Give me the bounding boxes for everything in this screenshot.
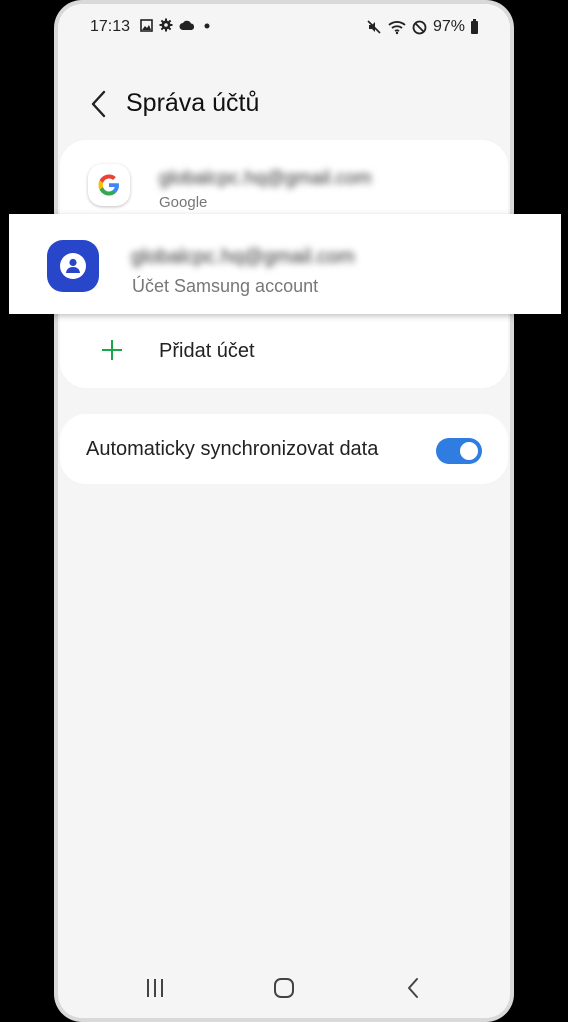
gear-icon bbox=[159, 18, 173, 32]
do-not-disturb-icon bbox=[412, 20, 427, 34]
battery-icon bbox=[471, 18, 478, 34]
auto-sync-label: Automaticky synchronizovat data bbox=[86, 438, 379, 460]
account-type: Účet Samsung account bbox=[132, 276, 319, 296]
home-icon bbox=[274, 978, 294, 998]
account-email: globalcpc.hq@gmail.com bbox=[159, 168, 372, 189]
screen: 17:13 97% Správa účtů globalcpc.hq@gmail… bbox=[58, 4, 510, 1018]
account-row-samsung[interactable]: globalcpc.hq@gmail.com Účet Samsung acco… bbox=[9, 214, 561, 314]
account-row-google[interactable]: globalcpc.hq@gmail.com Google bbox=[60, 144, 508, 224]
back-icon bbox=[408, 978, 418, 998]
cloud-icon bbox=[179, 20, 195, 30]
status-right-icons: 97% bbox=[366, 18, 478, 36]
battery-text: 97% bbox=[432, 18, 465, 35]
status-left-icons bbox=[140, 18, 213, 32]
mute-vibrate-icon bbox=[367, 20, 381, 34]
account-email: globalcpc.hq@gmail.com bbox=[131, 246, 355, 268]
phone-frame: 17:13 97% Správa účtů globalcpc.hq@gmail… bbox=[54, 0, 514, 1022]
page-title: Správa účtů bbox=[126, 89, 260, 117]
chevron-left-icon bbox=[91, 90, 106, 118]
toggle-knob bbox=[458, 440, 480, 462]
recents-icon bbox=[147, 979, 163, 997]
status-bar: 17:13 97% bbox=[58, 4, 510, 48]
plus-icon bbox=[102, 340, 122, 360]
add-account-button[interactable]: Přidat účet bbox=[60, 324, 508, 384]
account-type: Google bbox=[159, 194, 208, 211]
recents-button[interactable] bbox=[140, 974, 170, 1002]
page-header: Správa účtů bbox=[58, 76, 510, 132]
home-button[interactable] bbox=[269, 974, 299, 1002]
back-button[interactable] bbox=[84, 86, 114, 122]
google-icon bbox=[88, 164, 130, 206]
image-icon bbox=[140, 18, 153, 32]
add-account-label: Přidat účet bbox=[159, 340, 255, 362]
navigation-bar bbox=[58, 968, 510, 1008]
sync-card: Automaticky synchronizovat data bbox=[60, 414, 508, 484]
status-time: 17:13 bbox=[90, 18, 131, 35]
auto-sync-toggle[interactable] bbox=[436, 438, 482, 464]
dot-icon bbox=[204, 23, 210, 29]
samsung-account-icon bbox=[47, 240, 99, 292]
wifi-icon bbox=[388, 21, 406, 35]
nav-back-button[interactable] bbox=[398, 974, 428, 1002]
